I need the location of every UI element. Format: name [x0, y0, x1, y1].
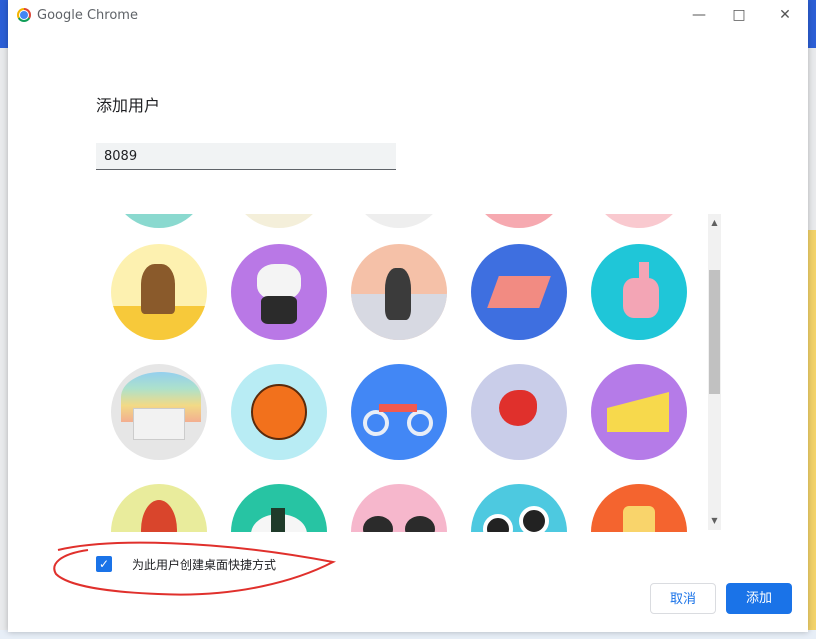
chrome-logo-icon — [17, 8, 31, 22]
close-icon[interactable]: ✕ — [770, 4, 800, 26]
title-bar: Google Chrome — □ ✕ — [8, 0, 808, 32]
scrollbar-thumb[interactable] — [709, 270, 720, 394]
avatar-sunglasses[interactable] — [351, 484, 447, 532]
avatar-sushi-plate[interactable] — [231, 484, 327, 532]
avatar-penguin[interactable] — [351, 244, 447, 340]
avatar-butterfly[interactable] — [471, 244, 567, 340]
cancel-button[interactable]: 取消 — [650, 583, 716, 614]
avatar-grid-scrollbar[interactable]: ▲ ▼ — [708, 214, 721, 530]
add-button[interactable]: 添加 — [726, 583, 792, 614]
chrome-dialog-window: Google Chrome — □ ✕ 添加用户 8089 ▲ ▼ ✓ 为此用户… — [8, 0, 808, 632]
avatar-bicycle[interactable] — [351, 364, 447, 460]
profile-name-input[interactable] — [96, 143, 396, 170]
avatar-panda[interactable] — [231, 244, 327, 340]
window-title: Google Chrome — [37, 8, 138, 23]
minimize-icon[interactable]: — — [684, 4, 714, 26]
maximize-icon[interactable]: □ — [724, 4, 754, 26]
avatar-grid — [96, 214, 708, 532]
avatar-partial-4[interactable] — [471, 214, 567, 228]
avatar-cheese[interactable] — [591, 364, 687, 460]
avatar-sushi[interactable] — [471, 484, 567, 532]
avatar-monkey[interactable] — [111, 244, 207, 340]
avatar-partial-5[interactable] — [591, 214, 687, 228]
avatar-partial-1[interactable] — [111, 214, 207, 228]
avatar-partial-2[interactable] — [231, 214, 327, 228]
dialog-heading: 添加用户 — [96, 96, 161, 115]
avatar-rabbit[interactable] — [591, 244, 687, 340]
scroll-up-arrow-icon[interactable]: ▲ — [708, 216, 721, 230]
scroll-down-arrow-icon[interactable]: ▼ — [708, 514, 721, 528]
avatar-football[interactable] — [111, 484, 207, 532]
avatar-basketball[interactable] — [231, 364, 327, 460]
avatar-unicorn[interactable] — [111, 364, 207, 460]
avatar-bird[interactable] — [471, 364, 567, 460]
avatar-lantern[interactable] — [591, 484, 687, 532]
desktop-shortcut-checkbox[interactable]: ✓ — [96, 556, 112, 572]
desktop-shortcut-label: 为此用户创建桌面快捷方式 — [132, 558, 277, 572]
avatar-partial-3[interactable] — [351, 214, 447, 228]
